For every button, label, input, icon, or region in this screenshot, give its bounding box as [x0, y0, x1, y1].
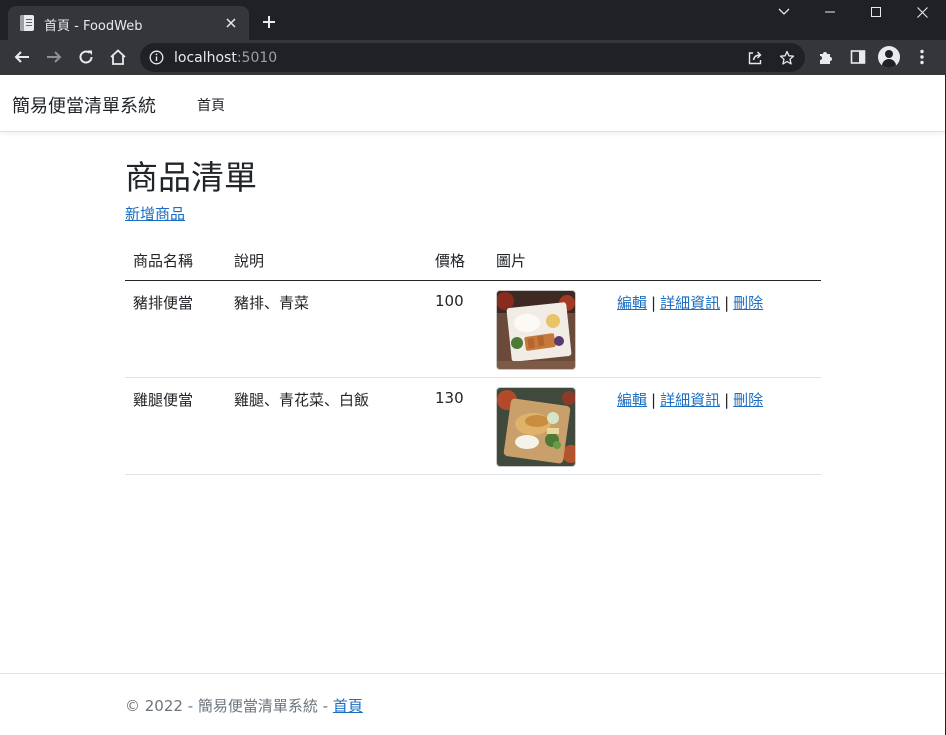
- product-price: 100: [435, 292, 464, 310]
- column-header-name: 商品名稱: [133, 252, 194, 270]
- column-header-description: 說明: [234, 252, 265, 270]
- page-favicon-icon: [20, 15, 34, 31]
- delete-link[interactable]: 刪除: [733, 391, 763, 409]
- product-description: 雞腿、青花菜、白飯: [234, 391, 370, 409]
- action-separator: |: [651, 294, 657, 312]
- close-window-icon[interactable]: [899, 0, 945, 24]
- url-host: localhost: [174, 50, 237, 66]
- product-price: 130: [435, 389, 464, 407]
- delete-link[interactable]: 刪除: [733, 294, 763, 312]
- info-icon[interactable]: [148, 49, 165, 66]
- column-header-image: 圖片: [496, 252, 527, 270]
- chicken-leg-bento-photo: [496, 387, 576, 467]
- product-name: 雞腿便當: [133, 391, 194, 409]
- pork-chop-bento-photo: [496, 290, 576, 370]
- tab-search-chevron-icon[interactable]: [761, 0, 807, 24]
- star-icon[interactable]: [776, 47, 798, 69]
- nav-link-home[interactable]: 首頁: [197, 95, 225, 115]
- close-tab-icon[interactable]: [222, 14, 240, 32]
- edit-link[interactable]: 編輯: [617, 391, 647, 409]
- address-bar[interactable]: localhost:5010: [140, 43, 805, 72]
- row-actions: 編輯 | 詳細資訊 | 刪除: [617, 292, 763, 313]
- column-header-price: 價格: [435, 252, 466, 270]
- edit-link[interactable]: 編輯: [617, 294, 647, 312]
- share-icon[interactable]: [744, 47, 766, 69]
- forward-arrow-icon[interactable]: [42, 45, 66, 69]
- url-text: localhost:5010: [174, 50, 277, 66]
- url-port: :5010: [236, 50, 278, 66]
- browser-tab-strip: 首頁 - FoodWeb: [0, 0, 946, 40]
- browser-tab[interactable]: 首頁 - FoodWeb: [8, 6, 249, 40]
- profile-avatar-icon[interactable]: [878, 46, 900, 68]
- kebab-menu-icon[interactable]: [910, 45, 934, 69]
- create-product-link[interactable]: 新增商品: [125, 203, 185, 224]
- details-link[interactable]: 詳細資訊: [660, 391, 720, 409]
- home-icon[interactable]: [106, 45, 130, 69]
- puzzle-icon[interactable]: [814, 45, 838, 69]
- action-separator: |: [724, 294, 730, 312]
- minimize-window-icon[interactable]: [807, 0, 853, 24]
- back-arrow-icon[interactable]: [10, 45, 34, 69]
- table-header: 商品名稱 說明 價格 圖片: [125, 240, 821, 281]
- table-row: 豬排便當 豬排、青菜 100 編輯 | 詳細資訊 | 刪除: [125, 281, 821, 378]
- action-separator: |: [724, 391, 730, 409]
- row-actions: 編輯 | 詳細資訊 | 刪除: [617, 389, 763, 410]
- site-brand[interactable]: 簡易便當清單系統: [12, 92, 156, 118]
- page-title: 商品清單: [125, 158, 257, 197]
- site-footer: © 2022 - 簡易便當清單系統 - 首頁: [0, 673, 945, 735]
- new-tab-icon[interactable]: [258, 11, 280, 33]
- action-separator: |: [651, 391, 657, 409]
- footer-home-link[interactable]: 首頁: [333, 697, 363, 715]
- side-panel-icon[interactable]: [846, 45, 870, 69]
- footer-copyright: © 2022 - 簡易便當清單系統 -: [125, 697, 333, 715]
- product-name: 豬排便當: [133, 294, 194, 312]
- tab-title: 首頁 - FoodWeb: [44, 19, 143, 34]
- details-link[interactable]: 詳細資訊: [660, 294, 720, 312]
- browser-toolbar: localhost:5010: [0, 40, 946, 75]
- maximize-window-icon[interactable]: [853, 0, 899, 24]
- page-viewport: 簡易便當清單系統 首頁 商品清單 新增商品 商品名稱 說明 價格 圖片 豬排便當…: [0, 75, 945, 735]
- reload-icon[interactable]: [74, 45, 98, 69]
- site-navbar: 簡易便當清單系統 首頁: [0, 75, 945, 132]
- table-row: 雞腿便當 雞腿、青花菜、白飯 130 編輯 | 詳細資訊 | 刪除: [125, 378, 821, 475]
- product-table: 商品名稱 說明 價格 圖片 豬排便當 豬排、青菜 100 編輯 | 詳細資訊 |…: [125, 240, 821, 475]
- footer-text: © 2022 - 簡易便當清單系統 - 首頁: [125, 695, 363, 716]
- product-description: 豬排、青菜: [234, 294, 310, 312]
